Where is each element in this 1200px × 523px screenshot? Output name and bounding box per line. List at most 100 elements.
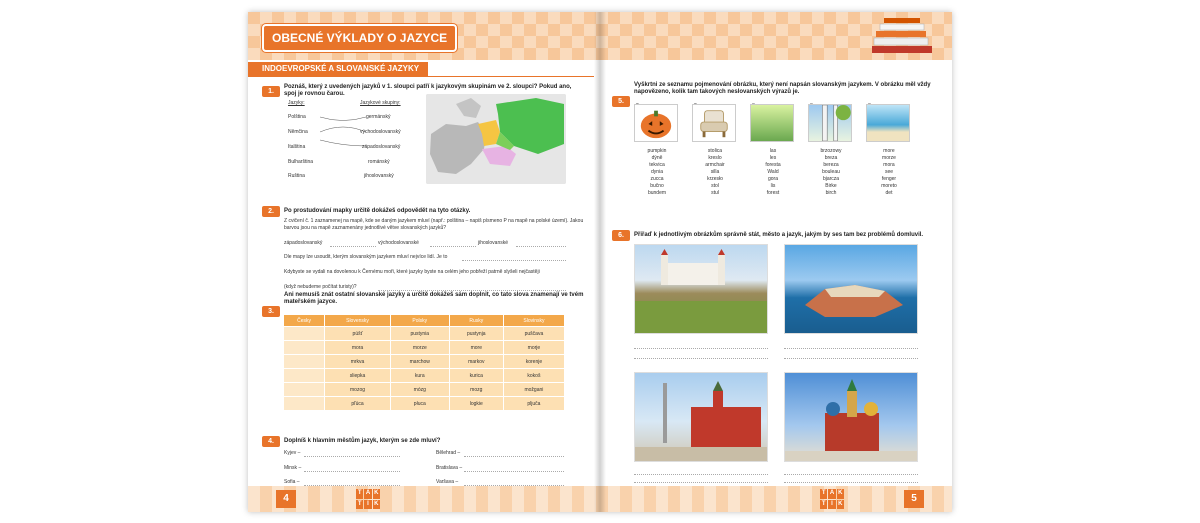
answer-line[interactable] — [784, 482, 918, 483]
word[interactable]: krzesło — [690, 176, 740, 183]
table-cell: kokoš — [502, 368, 566, 383]
page-number-left: 4 — [276, 490, 296, 508]
word[interactable]: stolica — [690, 148, 740, 155]
word[interactable]: dynia — [632, 169, 682, 176]
answer-line[interactable] — [304, 471, 400, 472]
answer-line[interactable] — [784, 358, 918, 359]
table-row: mora morze more morje — [282, 340, 566, 355]
task2-line1: Z cvičení č. 1 zaznamenej na mapě, kde s… — [284, 218, 584, 231]
word[interactable]: armchair — [690, 162, 740, 169]
logo-letter: K — [372, 499, 380, 509]
word[interactable]: bučno — [632, 183, 682, 190]
word[interactable]: lis — [748, 183, 798, 190]
word[interactable]: kreslo — [690, 155, 740, 162]
group-4: jihoslovanský — [364, 173, 394, 179]
lang-4: Ruština — [288, 173, 305, 179]
table-cell: pľúca — [324, 396, 391, 411]
table-cell: korenje — [502, 354, 566, 369]
lang-3: Bulharština — [288, 159, 314, 165]
table-cell: puščava — [502, 326, 566, 341]
dubrovnik-photo — [784, 244, 918, 334]
answer-line[interactable] — [784, 474, 918, 475]
word[interactable]: Wald — [748, 169, 798, 176]
table-cell: kura — [389, 368, 450, 383]
answer-line[interactable] — [378, 290, 566, 291]
word[interactable]: les — [748, 155, 798, 162]
right-page: 5. Vyškrtni ze seznamu pojmenování obráz… — [600, 12, 952, 512]
birch-image — [808, 104, 852, 142]
answer-line[interactable] — [464, 456, 564, 457]
page-number-right: 5 — [904, 490, 924, 508]
word[interactable]: silla — [690, 169, 740, 176]
word[interactable]: det — [864, 190, 914, 197]
lang-0: Polština — [288, 114, 306, 120]
answer-cell[interactable] — [282, 326, 326, 341]
word[interactable]: stul — [690, 190, 740, 197]
answer-line[interactable] — [430, 246, 476, 247]
word[interactable]: las — [748, 148, 798, 155]
answer-cell[interactable] — [282, 354, 326, 369]
answer-line[interactable] — [462, 260, 566, 261]
answer-line[interactable] — [464, 471, 564, 472]
answer-line[interactable] — [464, 485, 564, 486]
city-bratislava: Bratislava – — [436, 465, 463, 471]
answer-cell[interactable] — [282, 340, 326, 355]
word[interactable]: dýně — [632, 155, 682, 162]
answer-line[interactable] — [634, 474, 768, 475]
word[interactable]: more — [864, 148, 914, 155]
word[interactable]: morze — [864, 155, 914, 162]
task-number-3: 3. — [262, 306, 280, 317]
word[interactable]: stol — [690, 183, 740, 190]
answer-cell[interactable] — [282, 368, 326, 383]
word[interactable]: tekvica — [632, 162, 682, 169]
word[interactable]: see — [864, 169, 914, 176]
east-slavic-label: východoslovanské — [378, 240, 419, 246]
word[interactable]: gora — [748, 176, 798, 183]
word[interactable]: bundem — [632, 190, 682, 197]
west-slavic-label: západoslovanský — [284, 240, 323, 246]
answer-line[interactable] — [516, 246, 566, 247]
word[interactable]: birch — [806, 190, 856, 197]
table-header: Rusky — [448, 314, 504, 327]
word[interactable]: pumpkin — [632, 148, 682, 155]
table-cell: mozg — [448, 382, 504, 397]
word[interactable]: breza — [806, 155, 856, 162]
word[interactable]: bouleau — [806, 169, 856, 176]
word[interactable]: foresta — [748, 162, 798, 169]
word[interactable]: mora — [864, 162, 914, 169]
logo-letter: A — [364, 489, 372, 499]
answer-line[interactable] — [634, 482, 768, 483]
answer-cell[interactable] — [282, 382, 326, 397]
connecting-lines — [319, 116, 367, 147]
word[interactable]: forest — [748, 190, 798, 197]
answer-line[interactable] — [304, 485, 400, 486]
table-header: Polsky — [389, 314, 450, 327]
pumpkin-image — [634, 104, 678, 142]
word[interactable]: bereza — [806, 162, 856, 169]
answer-line[interactable] — [330, 246, 376, 247]
word[interactable]: moreto — [864, 183, 914, 190]
logo-letter: A — [828, 489, 836, 499]
table-cell: pljuča — [502, 396, 566, 411]
answer-line[interactable] — [784, 348, 918, 349]
answer-line[interactable] — [634, 348, 768, 349]
logo-letter: K — [372, 489, 380, 499]
answer-line[interactable] — [304, 456, 400, 457]
answer-cell[interactable] — [282, 396, 326, 411]
word[interactable]: fenger — [864, 176, 914, 183]
table-cell: morje — [502, 340, 566, 355]
word[interactable]: Birke — [806, 183, 856, 190]
city-warsaw: Varšava – — [436, 479, 459, 485]
word-column-3: brzozowy breza bereza bouleau bjarcza Birke bi… — [806, 148, 856, 197]
col1-header: Jazyky: — [288, 100, 305, 106]
answer-line[interactable] — [634, 358, 768, 359]
word[interactable]: brzozowy — [806, 148, 856, 155]
table-row: púšť pustynia pustynja puščava — [282, 326, 566, 341]
word[interactable]: zucca — [632, 176, 682, 183]
group-0: germánský — [366, 114, 391, 120]
task2-line4: (když nebudeme počítat turisty)? — [284, 284, 357, 290]
word[interactable]: bjarcza — [806, 176, 856, 183]
group-3: románský — [368, 159, 390, 165]
table-row: sliepka kura kurica kokoš — [282, 368, 566, 383]
word-column-0: pumpkin dýně tekvica dynia zucca bučno bundem — [632, 148, 682, 197]
